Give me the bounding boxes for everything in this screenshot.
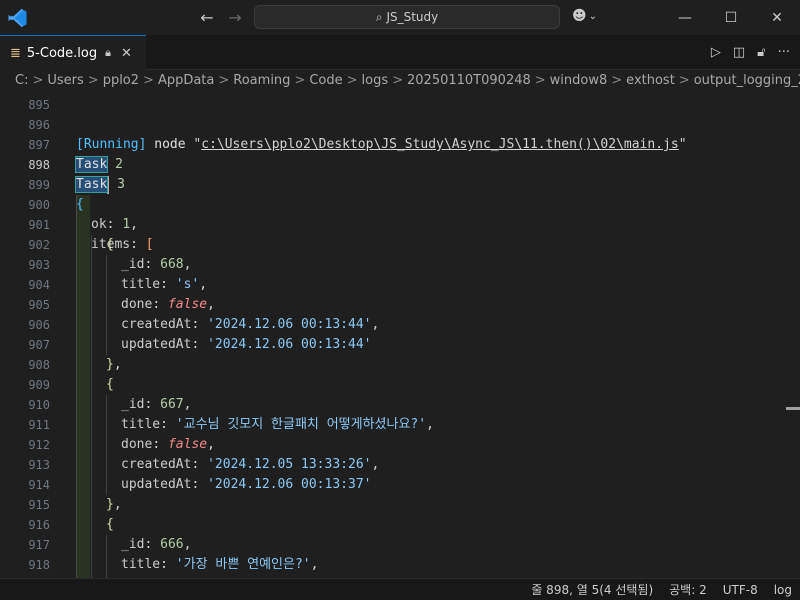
breadcrumb-segment[interactable]: Users [47,73,83,88]
code-line-897: Task 2 [0,135,800,173]
command-center-label: JS_Study [386,10,439,24]
breadcrumb-segment[interactable]: logs [362,73,389,88]
code-line-911: title: '교수님 깃모지 한글패치 어떻게하셨나요?', [121,417,434,432]
breadcrumb-segment[interactable]: AppData [158,73,214,88]
log-file-icon: ≣ [10,45,21,61]
code-line-912: done: false, [121,437,215,452]
copilot-icon: ☻ [572,8,587,24]
code-line-903: _id: 668, [121,257,192,272]
code-line-900: ok: 1, [91,217,138,232]
breadcrumb-segment[interactable]: window8 [550,73,608,88]
code-line-917: _id: 666, [121,537,192,552]
code-line-916: { [106,517,114,532]
close-tab-icon[interactable]: ✕ [121,46,132,61]
breadcrumb-segment[interactable]: C: [15,73,28,88]
code-line-913: createdAt: '2024.12.05 13:33:26', [121,457,380,472]
record-title: '교수님 깃모지 한글패치 어떻게하셨나요?' [175,417,427,432]
file-encoding[interactable]: UTF-8 [715,583,766,597]
breadcrumb-segment[interactable]: output_logging_20250110T185744 [694,73,800,88]
breadcrumb-segment[interactable]: exthost [626,73,675,88]
chevron-right-icon: > [678,73,690,88]
title-bar: ← → ⌕ JS_Study ☻ ⌄ — ☐ ✕ [0,0,800,35]
chevron-right-icon: > [534,73,546,88]
record-id: 668 [160,257,184,272]
record-title: '가장 바쁜 연예인은?' [175,557,311,572]
record-created: '2024.12.06 00:13:44' [207,317,372,332]
code-line-904: title: 's', [121,277,208,292]
code-line-896: [Running] node "c:\Users\pplo2\Desktop\J… [76,137,687,152]
code-line-905: done: false, [121,297,215,312]
code-line-899: { [76,197,84,212]
breadcrumb-segment[interactable]: pplo2 [103,73,139,88]
language-mode[interactable]: log [766,583,800,597]
line-number: 895 [28,98,50,112]
editor-actions: ▷ ◫ 🔓︎ ··· [711,35,790,70]
copilot-menu[interactable]: ☻ ⌄ [572,8,597,24]
code-line-909: { [106,377,114,392]
chevron-down-icon: ⌄ [588,10,597,22]
record-updated: '2024.12.06 00:13:37' [207,477,372,492]
code-line-906: createdAt: '2024.12.06 00:13:44', [121,317,380,332]
breadcrumb-segment[interactable]: Code [309,73,342,88]
code-line-902: { [106,237,114,252]
record-title: 's' [175,277,200,292]
code-line-908: }, [106,357,122,372]
cursor-position[interactable]: 줄 898, 열 5(4 선택됨) [523,581,661,598]
breadcrumb-segment[interactable]: Roaming [233,73,290,88]
chevron-right-icon: > [611,73,623,88]
line-number-row: 895 [0,95,800,115]
tab-bar: ≣ 5-Code.log 🔒︎ ✕ ▷ ◫ 🔓︎ ··· [0,35,800,70]
search-icon: ⌕ [375,9,383,24]
chevron-right-icon: > [87,73,99,88]
code-line-907: updatedAt: '2024.12.06 00:13:44' [121,337,372,352]
chevron-right-icon: > [32,73,44,88]
code-line-915: }, [106,497,122,512]
code-line-914: updatedAt: '2024.12.06 00:13:37' [121,477,372,492]
chevron-right-icon: > [346,73,358,88]
window-controls: — ☐ ✕ [662,0,800,35]
code-line-918: title: '가장 바쁜 연예인은?', [121,557,319,572]
arrow-left-icon[interactable]: ← [198,8,216,27]
chevron-right-icon: > [294,73,306,88]
record-done: false [167,437,208,452]
code-line-910: _id: 667, [121,397,192,412]
editor[interactable]: 895 896 897 898 899 900 901 902 903 904 905 906 907 9… [0,95,800,578]
record-id: 666 [160,537,184,552]
minimize-icon[interactable]: — [662,0,708,35]
breadcrumb-segment[interactable]: 20250110T090248 [407,73,531,88]
navigation-arrows: ← → [198,8,244,27]
chevron-right-icon: > [218,73,230,88]
code-line-901: items: [ [91,237,154,252]
maximize-icon[interactable]: ☐ [708,0,754,35]
record-done: false [167,297,208,312]
status-bar: 줄 898, 열 5(4 선택됨) 공백: 2 UTF-8 log [0,578,800,600]
record-created: '2024.12.05 13:33:26' [207,457,372,472]
scrollbar-marker[interactable] [786,407,800,410]
chevron-right-icon: > [392,73,404,88]
record-updated: '2024.12.06 00:13:44' [207,337,372,352]
code-line-898: Task 3 [0,155,800,194]
lock-icon: 🔒︎ [105,46,111,59]
more-actions-icon[interactable]: ··· [778,45,790,60]
run-icon[interactable]: ▷ [711,45,721,60]
breadcrumb: C: > Users > pplo2 > AppData > Roaming > Code > logs… [0,70,800,92]
tab-5-code-log[interactable]: ≣ 5-Code.log 🔒︎ ✕ [0,35,146,70]
unlock-icon[interactable]: 🔓︎ [757,45,765,60]
command-center[interactable]: ⌕ JS_Study [254,5,560,29]
indentation-setting[interactable]: 공백: 2 [661,581,715,598]
vscode-logo-icon[interactable] [8,8,28,28]
tab-label: 5-Code.log [26,45,98,61]
split-editor-icon[interactable]: ◫ [733,45,745,60]
close-window-icon[interactable]: ✕ [754,0,800,35]
chevron-right-icon: > [143,73,154,88]
record-id: 667 [160,397,184,412]
arrow-right-icon[interactable]: → [226,8,244,27]
